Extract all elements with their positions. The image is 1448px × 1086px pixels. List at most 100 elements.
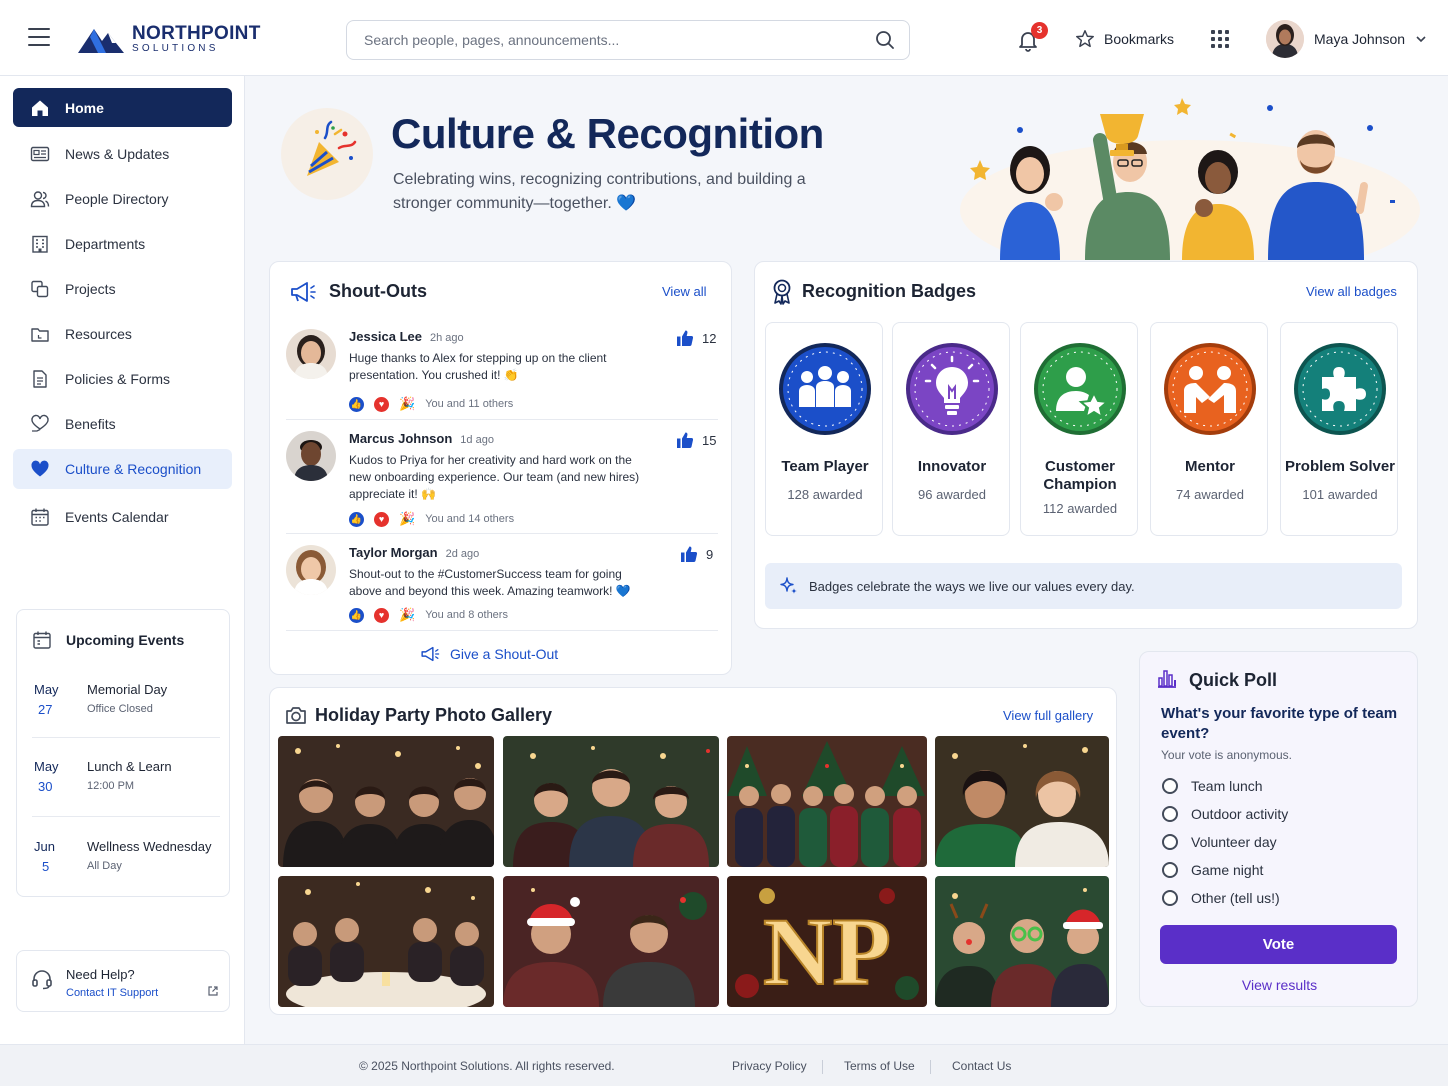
sidebar-item-label: Resources [65,325,132,342]
view-full-gallery-link[interactable]: View full gallery [1003,708,1093,723]
radio-button[interactable] [1162,890,1178,906]
reaction-bar[interactable]: 👍 ♥ 🎉 You and 8 others [349,607,508,623]
sidebar-item-departments[interactable]: Departments [13,224,232,263]
sidebar-item-projects[interactable]: Projects [13,269,232,308]
external-link-icon[interactable] [207,985,219,997]
badge-name: Mentor [1185,458,1235,475]
user-name: Maya Johnson [1314,31,1406,47]
party-reaction-icon: 🎉 [399,396,416,411]
sidebar-item-resources[interactable]: Resources [13,314,232,353]
brand-logo[interactable]: NORTHPOINT SOLUTIONS [76,22,261,56]
sidebar-item-policies-forms[interactable]: Policies & Forms [13,359,232,398]
poll-option-label: Game night [1191,862,1264,878]
projects-icon [31,280,49,297]
gallery-photo[interactable] [278,736,494,867]
sparkle-icon [780,577,797,594]
badge-problem-solver[interactable]: Problem Solver 101 awarded [1280,322,1398,536]
poll-option-outdoor-activity[interactable]: Outdoor activity [1162,806,1288,822]
shoutout-author: Jessica Lee 2h ago [349,329,464,344]
poll-option-team-lunch[interactable]: Team lunch [1162,778,1263,794]
poll-option-label: Team lunch [1191,778,1263,794]
badge-count: 128 awarded [787,487,863,502]
sidebar-item-label: News & Updates [65,145,170,162]
sidebar-item-benefits[interactable]: Benefits [13,404,232,443]
thumbs-up-icon [681,546,698,562]
badge-team-player[interactable]: Team Player 128 awarded [765,322,883,536]
like-button[interactable]: 12 [676,329,716,347]
radio-button[interactable] [1162,834,1178,850]
avatar[interactable] [286,329,336,379]
terms-of-use-link[interactable]: Terms of Use [844,1059,915,1073]
avatar[interactable] [286,545,336,595]
contact-us-link[interactable]: Contact Us [952,1059,1011,1073]
gallery-photo[interactable] [503,736,719,867]
radio-button[interactable] [1162,778,1178,794]
search-input[interactable] [364,21,864,59]
give-shoutout-button[interactable]: Give a Shout-Out [420,645,558,663]
party-photo-image [278,876,494,1007]
view-all-badges-link[interactable]: View all badges [1306,284,1397,299]
poll-option-other[interactable]: Other (tell us!) [1162,890,1280,906]
photo-gallery-title: Holiday Party Photo Gallery [315,705,553,725]
like-reaction-icon: 👍 [349,511,364,527]
document-icon [33,369,47,388]
people-icon [30,190,50,207]
sidebar-item-label: Events Calendar [65,508,169,525]
party-photo-image [503,736,719,867]
sidebar-item-news[interactable]: News & Updates [13,134,232,173]
sidebar-item-home[interactable]: Home [13,88,232,127]
brand-tagline: SOLUTIONS [132,43,219,54]
apps-grid-icon[interactable] [1211,30,1229,48]
shoutout-author: Marcus Johnson 1d ago [349,431,494,446]
gallery-photo[interactable] [278,876,494,1007]
menu-icon[interactable] [28,28,50,46]
badge-mentor[interactable]: Mentor 74 awarded [1150,322,1268,536]
gallery-photo[interactable] [935,876,1109,1007]
mountain-logo-icon [78,29,124,53]
upcoming-events-title: Upcoming Events [66,632,185,648]
poll-option-volunteer-day[interactable]: Volunteer day [1162,834,1277,850]
reaction-bar[interactable]: 👍 ♥ 🎉 You and 14 others [349,511,514,527]
marquee-letters: NP [763,898,891,1005]
reaction-bar[interactable]: 👍 ♥ 🎉 You and 11 others [349,396,513,412]
sidebar-item-events-calendar[interactable]: Events Calendar [13,497,232,536]
view-results-link[interactable]: View results [1140,977,1419,993]
sidebar-item-label: Culture & Recognition [65,461,202,477]
heart-reaction-icon: ♥ [374,511,389,527]
event-item[interactable]: May 27 Memorial Day Office Closed [17,682,231,760]
badge-count: 112 awarded [1042,501,1118,516]
party-photo-image [935,736,1109,867]
vote-button[interactable]: Vote [1160,925,1397,964]
search-icon[interactable] [875,30,895,50]
gallery-photo[interactable] [935,736,1109,867]
privacy-policy-link[interactable]: Privacy Policy [732,1059,807,1073]
user-menu[interactable]: Maya Johnson [1266,20,1427,58]
puzzle-icon [1294,343,1386,435]
party-photo-image [503,876,719,1007]
gallery-photo[interactable] [727,736,927,867]
poll-option-label: Other (tell us!) [1191,890,1280,906]
event-month: May [34,682,59,697]
poll-note: Your vote is anonymous. [1161,748,1292,762]
footer: © 2025 Northpoint Solutions. All rights … [0,1044,1448,1086]
thumbs-up-icon [677,330,694,346]
shoutouts-view-all-link[interactable]: View all [662,284,707,299]
bookmarks-button[interactable]: Bookmarks [1074,28,1174,50]
sidebar-item-culture-recognition[interactable]: Culture & Recognition [13,449,232,489]
radio-button[interactable] [1162,806,1178,822]
badge-customer-champion[interactable]: Customer Champion 112 awarded [1020,322,1138,536]
event-item[interactable]: Jun 5 Wellness Wednesday All Day [17,839,231,917]
like-count: 12 [702,330,717,346]
badge-name: Team Player [781,458,869,475]
radio-button[interactable] [1162,862,1178,878]
poll-option-game-night[interactable]: Game night [1162,862,1263,878]
gallery-photo[interactable]: NP [727,876,927,1007]
event-item[interactable]: May 30 Lunch & Learn 12:00 PM [17,759,231,837]
contact-it-support-link[interactable]: Contact IT Support [66,987,158,999]
gallery-photo[interactable] [503,876,719,1007]
avatar[interactable] [286,431,336,481]
sidebar-item-people-directory[interactable]: People Directory [13,179,232,218]
like-button[interactable]: 15 [676,431,716,449]
badge-innovator[interactable]: Innovator 96 awarded [892,322,1010,536]
like-button[interactable]: 9 [680,545,713,563]
